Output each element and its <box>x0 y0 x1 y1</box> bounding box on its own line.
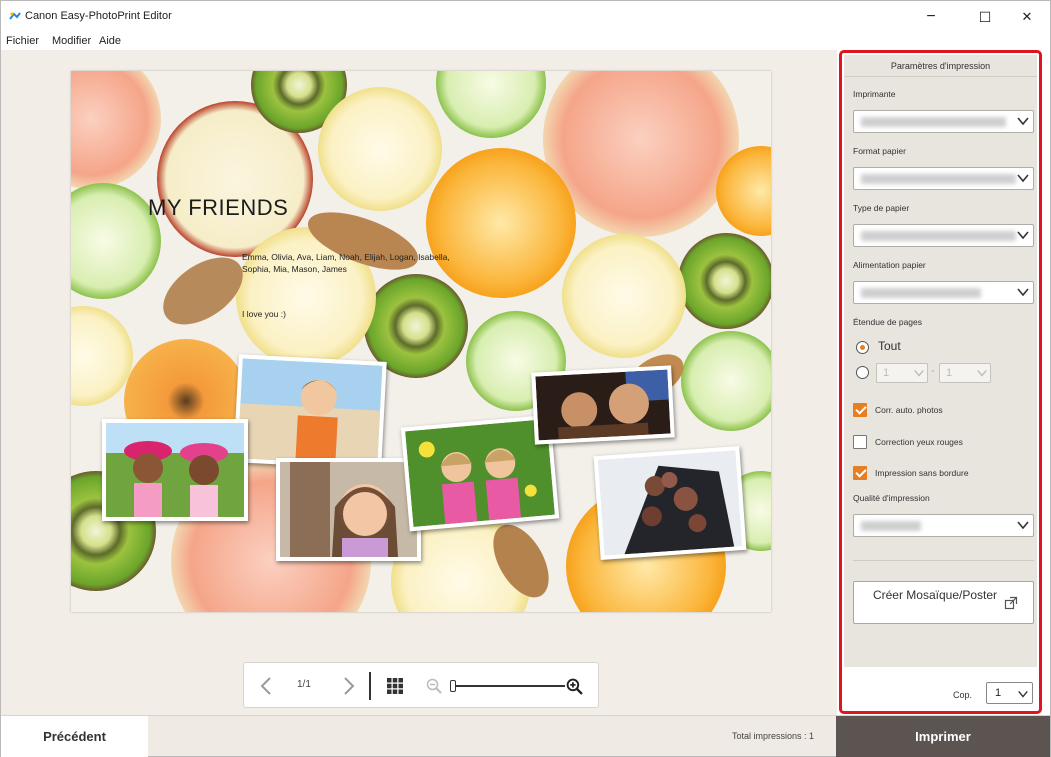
window-title: Canon Easy-PhotoPrint Editor <box>25 10 172 22</box>
message-text[interactable]: I love you :) <box>242 309 286 319</box>
print-button[interactable]: Imprimer <box>836 716 1050 757</box>
maximize-button[interactable]: ☐ <box>965 5 1005 29</box>
photo-dried-flowers[interactable] <box>593 446 747 560</box>
previous-page-button[interactable] <box>254 673 278 699</box>
close-button[interactable]: ✕ <box>1007 5 1047 29</box>
range-from-value: 1 <box>883 367 890 379</box>
paper-size-value-blurred <box>861 174 1016 184</box>
create-mosaic-poster-button[interactable]: Créer Mosaïque/Poster <box>853 581 1034 624</box>
print-page-preview[interactable]: MY FRIENDS Emma, Olivia, Ava, Liam, Noah… <box>71 71 771 612</box>
printer-select[interactable] <box>853 110 1034 133</box>
paper-size-label: Format papier <box>853 146 906 156</box>
paper-type-label: Type de papier <box>853 203 910 213</box>
bottom-bar: Précédent Total impressions : 1 Imprimer <box>1 715 1050 757</box>
range-dash: - <box>931 365 935 377</box>
borderless-label: Impression sans bordure <box>875 468 969 478</box>
paper-source-label: Alimentation papier <box>853 260 926 270</box>
panel-header: Paramètres d'impression <box>844 55 1037 77</box>
auto-photo-fix-checkbox[interactable] <box>853 403 867 417</box>
printer-value-blurred <box>861 117 1006 127</box>
zoom-slider-track <box>450 685 565 687</box>
photo-two-girls-hats[interactable] <box>102 419 248 521</box>
previous-button[interactable]: Précédent <box>1 716 148 757</box>
zoom-out-icon <box>426 678 442 694</box>
chevron-left-icon <box>260 677 271 695</box>
range-to-select[interactable]: 1 <box>939 363 991 383</box>
print-settings-panel: Paramètres d'impression Imprimante Forma… <box>839 50 1042 714</box>
page-indicator: 1/1 <box>297 679 311 690</box>
photo-boy-beach[interactable] <box>233 354 387 470</box>
zoom-slider[interactable] <box>450 680 565 692</box>
chevron-down-icon <box>1017 288 1029 297</box>
chevron-down-icon <box>1017 521 1029 530</box>
red-eye-checkbox[interactable] <box>853 435 867 449</box>
menu-file[interactable]: Fichier <box>6 35 39 47</box>
menu-bar: Fichier Modifier Aide <box>1 33 1050 50</box>
paper-size-select[interactable] <box>853 167 1034 190</box>
total-prints-text: Total impressions : 1 <box>732 731 815 741</box>
borderless-checkbox[interactable] <box>853 466 867 480</box>
panel-divider <box>853 560 1034 561</box>
paper-type-select[interactable] <box>853 224 1034 247</box>
auto-photo-fix-label: Corr. auto. photos <box>875 405 943 415</box>
print-quality-select[interactable] <box>853 514 1034 537</box>
copies-label: Cop. <box>953 690 973 700</box>
grid-icon <box>387 678 403 694</box>
names-text[interactable]: Emma, Olivia, Ava, Liam, Noah, Elijah, L… <box>242 251 452 275</box>
zoom-slider-thumb[interactable] <box>450 680 456 692</box>
chevron-down-icon <box>914 369 924 377</box>
editing-canvas: MY FRIENDS Emma, Olivia, Ava, Liam, Noah… <box>1 50 837 715</box>
page-nav-toolbar: 1/1 <box>243 662 599 708</box>
zoom-out-button[interactable] <box>424 673 444 699</box>
next-page-button[interactable] <box>337 673 361 699</box>
chevron-down-icon <box>1017 231 1029 240</box>
range-custom-radio[interactable] <box>856 366 869 379</box>
title-bar: Canon Easy-PhotoPrint Editor − ☐ ✕ <box>1 1 1050 33</box>
toolbar-separator <box>369 672 371 700</box>
photo-two-kids-selfie[interactable] <box>531 365 675 445</box>
print-settings-body: Paramètres d'impression Imprimante Forma… <box>844 55 1037 667</box>
chevron-right-icon <box>344 677 355 695</box>
print-quality-value-blurred <box>861 521 921 531</box>
range-from-select[interactable]: 1 <box>876 363 928 383</box>
copies-select[interactable]: 1 <box>986 682 1033 704</box>
menu-help[interactable]: Aide <box>99 35 121 47</box>
page-list-button[interactable] <box>384 673 406 699</box>
app-logo-icon <box>9 12 21 20</box>
mosaic-button-label: Créer Mosaïque/Poster <box>872 588 998 602</box>
printer-label: Imprimante <box>853 89 896 99</box>
paper-source-select[interactable] <box>853 281 1034 304</box>
print-quality-label: Qualité d'impression <box>853 493 930 503</box>
minimize-button[interactable]: − <box>911 5 951 29</box>
page-title-text[interactable]: MY FRIENDS <box>148 195 288 221</box>
chevron-down-icon <box>977 369 987 377</box>
zoom-in-icon <box>566 678 583 695</box>
paper-source-value-blurred <box>861 288 981 298</box>
range-all-label: Tout <box>878 339 901 353</box>
zoom-in-button[interactable] <box>564 673 584 699</box>
app-window: Canon Easy-PhotoPrint Editor − ☐ ✕ Fichi… <box>0 0 1051 757</box>
chevron-down-icon <box>1017 117 1029 126</box>
copies-value: 1 <box>995 687 1002 699</box>
photo-girl-smiling[interactable] <box>276 458 421 561</box>
menu-edit[interactable]: Modifier <box>52 35 91 47</box>
page-range-label: Étendue de pages <box>853 317 923 327</box>
red-eye-label: Correction yeux rouges <box>875 437 963 447</box>
range-all-radio[interactable] <box>856 341 869 354</box>
paper-type-value-blurred <box>861 231 1016 241</box>
range-to-value: 1 <box>946 367 953 379</box>
chevron-down-icon <box>1017 174 1029 183</box>
external-window-icon <box>1004 596 1018 610</box>
chevron-down-icon <box>1018 690 1028 698</box>
